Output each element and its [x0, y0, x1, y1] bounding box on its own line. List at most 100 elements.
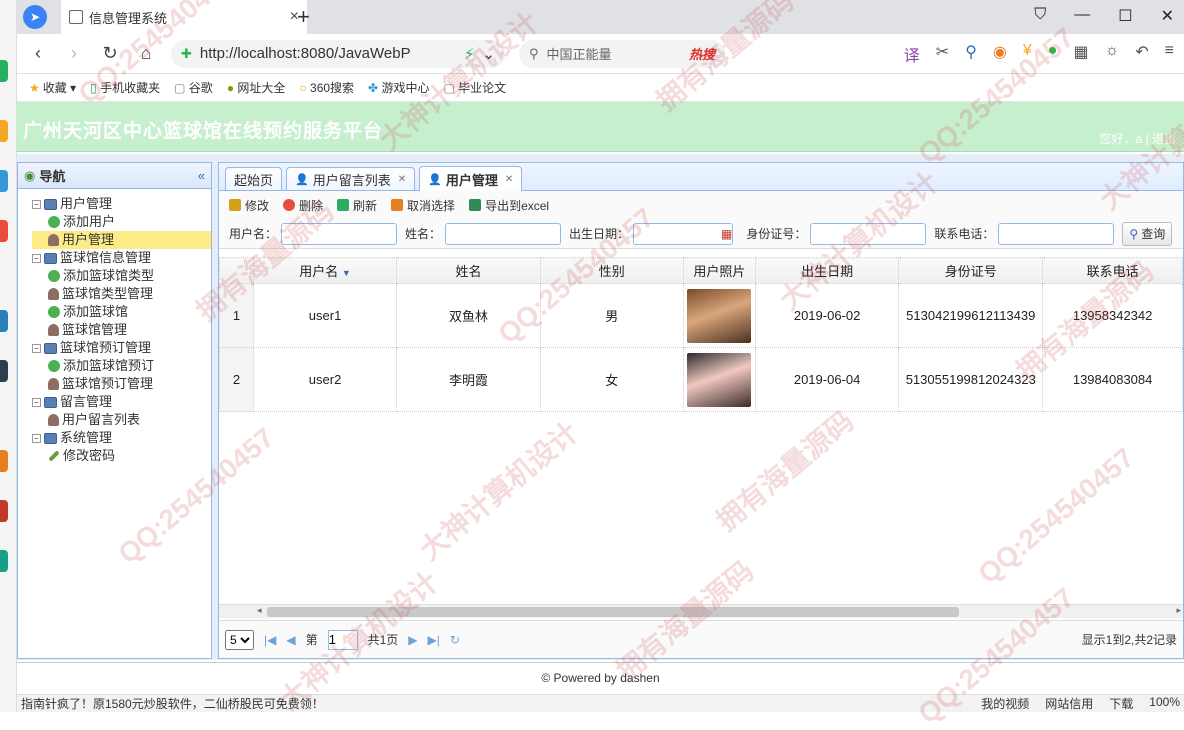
column-header-username[interactable]: 用户名 ▼ [252, 257, 398, 284]
table-row[interactable]: 1 user1 双鱼林男 2019-06-02 513042199612113439 13… [219, 283, 1183, 348]
column-header-photo[interactable]: 用户照片 [682, 257, 756, 284]
content-tab[interactable]: 起始页 [225, 167, 283, 190]
scroll-left-icon[interactable]: ◂ [257, 605, 262, 616]
tree-item[interactable]: 篮球馆预订管理 [32, 375, 211, 393]
name-field[interactable] [445, 222, 562, 245]
brightness-icon[interactable]: ☼ [1105, 42, 1120, 66]
tree-group[interactable]: − 系统管理 [32, 429, 211, 447]
horizontal-scrollbar[interactable]: ◂ ▸ [219, 604, 1183, 618]
delete-button[interactable]: 删除 [283, 197, 323, 214]
back-icon[interactable]: ‹ [27, 43, 49, 64]
bookmark-item[interactable]: ● 网址大全 [227, 79, 286, 96]
column-header-idcard[interactable]: 身份证号 [898, 257, 1044, 284]
refresh-page-icon[interactable]: ↻ [450, 633, 460, 647]
apps-grid-icon[interactable]: ▦ [1073, 42, 1088, 66]
collapse-toggle-icon[interactable]: − [32, 397, 41, 407]
download-status[interactable]: 下载 [1109, 695, 1133, 712]
tree-item[interactable]: 用户留言列表 [32, 411, 211, 429]
page-size-select[interactable]: 5 [225, 629, 254, 650]
prev-page-icon[interactable]: ◀ [286, 633, 295, 647]
tree-item[interactable]: 添加用户 [32, 213, 211, 231]
minimize-icon[interactable]: — [1074, 6, 1090, 26]
user-photo[interactable] [687, 288, 752, 343]
query-button[interactable]: ⚲ 查询 [1122, 221, 1173, 246]
gamepad-icon[interactable]: ◉ [993, 42, 1007, 66]
column-header-gender[interactable]: 性别 [539, 257, 684, 284]
bookmark-item[interactable]: ○ 360搜索 [299, 79, 354, 96]
calendar-icon[interactable]: ▦ [721, 227, 732, 241]
menu-icon[interactable]: ≡ [1165, 42, 1174, 66]
hot-search-label[interactable]: 热搜 [689, 44, 715, 63]
collapse-toggle-icon[interactable]: − [32, 253, 41, 263]
url-input[interactable]: ✚ http://localhost:8080/JavaWebP ⚡ ⌄ [171, 39, 505, 68]
undo-icon[interactable]: ↶ [1135, 42, 1148, 66]
home-icon[interactable]: ⌂ [135, 43, 157, 64]
column-header-name[interactable]: 姓名 [396, 257, 541, 284]
tree-item[interactable]: 修改密码 [32, 447, 211, 465]
username-field[interactable] [281, 222, 398, 245]
tree-item[interactable]: 添加篮球馆类型 [32, 267, 211, 285]
refresh-button[interactable]: 刷新 [337, 197, 377, 214]
scroll-thumb[interactable] [267, 607, 959, 617]
forward-icon[interactable]: › [63, 43, 85, 64]
bookmark-item[interactable]: ▢ 谷歌 [174, 79, 213, 96]
scroll-right-icon[interactable]: ▸ [1176, 605, 1181, 616]
idcard-field[interactable] [810, 222, 927, 245]
wechat-icon[interactable]: ● [1048, 42, 1058, 66]
bookmark-item[interactable]: ▯ 手机收藏夹 [90, 79, 160, 96]
translate-icon[interactable]: 译 [904, 42, 920, 66]
tree-group[interactable]: − 篮球馆预订管理 [32, 339, 211, 357]
first-page-icon[interactable]: |◀ [264, 633, 276, 647]
collapse-toggle-icon[interactable]: − [32, 199, 41, 209]
coupon-icon[interactable]: ¥ [1023, 42, 1032, 66]
star-icon: ★ [29, 81, 40, 95]
lightning-icon[interactable]: ⚡ [464, 45, 475, 63]
tree-group[interactable]: − 用户管理 [32, 195, 211, 213]
birth-date-field[interactable] [633, 222, 734, 245]
content-tab[interactable]: 👤 用户管理 ✕ [419, 166, 523, 191]
user-photo[interactable] [687, 352, 752, 407]
close-window-icon[interactable]: ✕ [1161, 6, 1174, 26]
news-ticker[interactable]: 指南针疯了！原1580元炒股软件，二仙桥股民可免费领！ [21, 695, 324, 712]
tree-item[interactable]: 添加篮球馆 [32, 303, 211, 321]
tree-group[interactable]: − 篮球馆信息管理 [32, 249, 211, 267]
edit-button[interactable]: 修改 [229, 197, 269, 214]
collapse-icon[interactable]: « [198, 168, 205, 183]
page-number-input[interactable] [327, 629, 358, 650]
collapse-toggle-icon[interactable]: − [32, 433, 41, 443]
tree-item[interactable]: 篮球馆管理 [32, 321, 211, 339]
chevron-down-icon[interactable]: ⌄ [482, 45, 495, 63]
phone-field[interactable] [998, 222, 1115, 245]
credit-status[interactable]: 网站信用 [1045, 695, 1093, 712]
export-excel-button[interactable]: 导出到excel [469, 197, 549, 214]
bookmark-item[interactable]: ✤ 游戏中心 [368, 79, 429, 96]
shirt-icon[interactable]: ⛉ [1034, 6, 1046, 26]
magnifier-icon[interactable]: ⚲ [965, 42, 977, 66]
collapse-toggle-icon[interactable]: − [32, 343, 41, 353]
close-tab-icon[interactable]: ✕ [398, 174, 406, 185]
new-tab-icon[interactable]: + [297, 4, 310, 30]
table-row[interactable]: 2 user2 李明霞女 2019-06-04 513055199812024323 13… [219, 347, 1183, 412]
browser-tab[interactable]: 信息管理系统 × [61, 0, 307, 34]
bookmark-item[interactable]: ▢ 毕业论文 [443, 79, 506, 96]
column-header-phone[interactable]: 联系电话 [1042, 257, 1183, 284]
tree-item[interactable]: 用户管理 [32, 231, 211, 249]
welcome-logout[interactable]: 您好，a | 退出 [1100, 130, 1176, 147]
next-page-icon[interactable]: ▶ [408, 633, 417, 647]
zoom-status[interactable]: 100% [1149, 695, 1180, 712]
maximize-icon[interactable]: ☐ [1118, 6, 1132, 26]
column-header-birth[interactable]: 出生日期 [754, 257, 900, 284]
tree-item[interactable]: 篮球馆类型管理 [32, 285, 211, 303]
tree-item[interactable]: 添加篮球馆预订 [32, 357, 211, 375]
video-status[interactable]: 我的视频 [981, 695, 1029, 712]
cancel-select-button[interactable]: 取消选择 [391, 197, 455, 214]
tree-group[interactable]: − 留言管理 [32, 393, 211, 411]
content-tab[interactable]: 👤 用户留言列表 ✕ [286, 167, 416, 190]
scissors-icon[interactable]: ✂ [936, 42, 949, 66]
search-input[interactable]: ⚲ 中国正能量 热搜 [519, 39, 725, 68]
bookmark-item[interactable]: ★ 收藏 ▾ [29, 79, 76, 96]
browser-logo-icon[interactable]: ➤ [23, 5, 47, 29]
close-tab-icon[interactable]: ✕ [505, 174, 513, 185]
reload-icon[interactable]: ↻ [99, 43, 121, 64]
last-page-icon[interactable]: ▶| [428, 633, 440, 647]
